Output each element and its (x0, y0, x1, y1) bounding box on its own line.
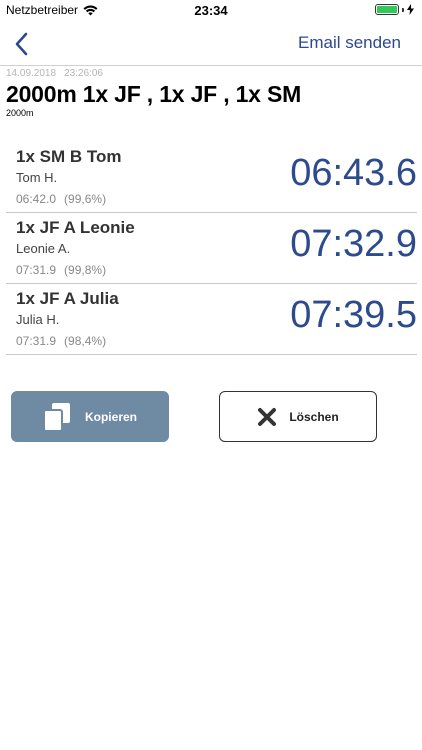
crew-name: 1x JF A Julia (16, 289, 119, 308)
close-x-icon (258, 407, 277, 426)
page-title: 2000m 1x JF , 1x JF , 1x SM (6, 81, 302, 107)
finish-time: 06:43.6 (290, 152, 417, 194)
result-row[interactable]: 1x SM B Tom Tom H. 06:42.0 (99,6%) 06:43… (6, 142, 417, 213)
reference-percent: (99,8%) (64, 263, 107, 277)
results-list: 1x SM B Tom Tom H. 06:42.0 (99,6%) 06:43… (6, 142, 417, 355)
race-datetime: 14.09.2018 23:26:06 (6, 68, 416, 79)
delete-label: Löschen (289, 409, 339, 424)
delete-button[interactable]: Löschen (219, 391, 377, 442)
reference-time: 07:31.9 (16, 263, 57, 277)
copy-label: Kopieren (84, 409, 137, 424)
reference-time: 06:42.0 (16, 192, 57, 206)
crew-name: 1x JF A Leonie (16, 218, 135, 237)
chevron-left-icon (15, 32, 28, 56)
carrier-label: Netzbetreiber (6, 3, 79, 17)
finish-time: 07:39.5 (290, 294, 417, 336)
result-row[interactable]: 1x JF A Julia Julia H. 07:31.9 (98,4%) 0… (6, 284, 417, 355)
reference-percent: (99,6%) (64, 192, 107, 206)
rower-name: Julia H. (16, 312, 60, 327)
rower-name: Tom H. (16, 170, 58, 185)
reference-detail: 07:31.9 (99,8%) (16, 263, 106, 277)
email-send-button[interactable]: Email senden (298, 33, 401, 53)
race-date: 14.09.2018 (6, 68, 57, 79)
reference-time: 07:31.9 (16, 334, 57, 348)
result-row[interactable]: 1x JF A Leonie Leonie A. 07:31.9 (99,8%)… (6, 213, 417, 284)
rower-name: Leonie A. (16, 241, 71, 256)
battery-icon (375, 4, 399, 15)
crew-name: 1x SM B Tom (16, 147, 122, 166)
back-button[interactable] (6, 28, 36, 60)
navigation-bar: Email senden (0, 22, 422, 66)
finish-time: 07:32.9 (290, 223, 417, 265)
wifi-icon (83, 5, 98, 15)
race-header: 14.09.2018 23:26:06 2000m 1x JF , 1x JF … (6, 68, 416, 118)
copy-button[interactable]: Kopieren (11, 391, 169, 442)
charging-bolt-icon (407, 4, 414, 15)
status-left: Netzbetreiber (6, 3, 98, 17)
race-distance: 2000m (6, 108, 34, 118)
reference-detail: 07:31.9 (98,4%) (16, 334, 106, 348)
copy-icon (42, 402, 70, 432)
reference-percent: (98,4%) (64, 334, 107, 348)
race-time: 23:26:06 (64, 68, 103, 79)
battery-level (377, 6, 397, 13)
reference-detail: 06:42.0 (99,6%) (16, 192, 106, 206)
status-bar: Netzbetreiber 23:34 (0, 0, 422, 22)
battery-tip (402, 7, 404, 12)
status-right (375, 4, 414, 15)
